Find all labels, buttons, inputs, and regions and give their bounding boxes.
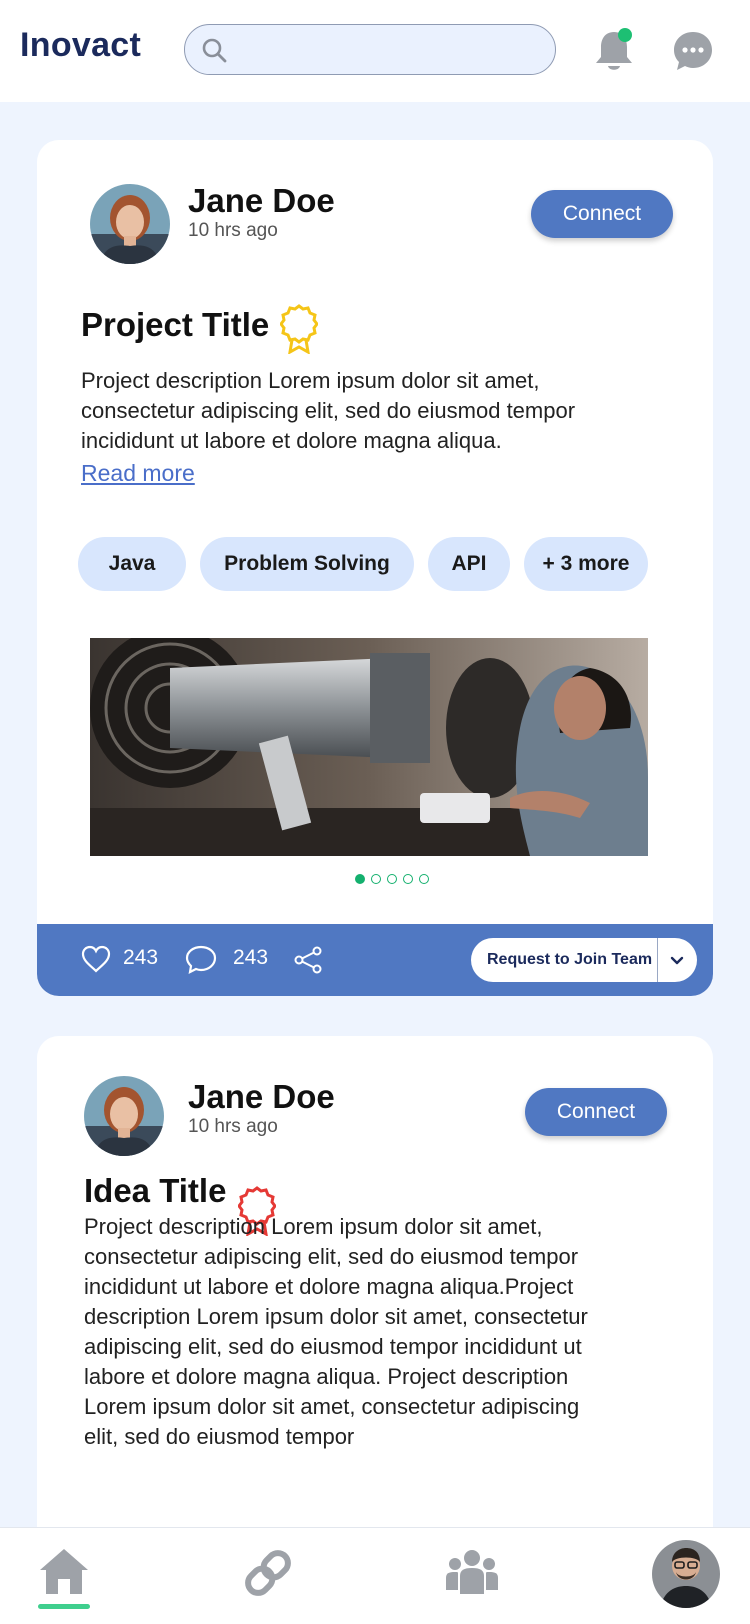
search-bar[interactable] — [184, 24, 556, 75]
active-tab-indicator — [38, 1604, 90, 1609]
connect-button[interactable]: Connect — [531, 190, 673, 238]
gold-award-badge-icon — [280, 304, 318, 354]
post-time: 10 hrs ago — [188, 1116, 278, 1137]
top-bar: Inovact — [0, 0, 750, 102]
like-count: 243 — [123, 946, 159, 969]
tag-chip[interactable]: Java — [78, 537, 186, 591]
post-description: Project description Lorem ipsum dolor si… — [84, 1214, 588, 1449]
post-card: Jane Doe 10 hrs ago Connect Idea Title P… — [37, 1036, 713, 1596]
author-name[interactable]: Jane Doe — [188, 1078, 335, 1116]
notification-badge — [618, 28, 632, 42]
post-title: Idea Title — [84, 1172, 227, 1209]
post-description: Project description Lorem ipsum dolor si… — [81, 368, 576, 453]
search-icon — [202, 38, 227, 63]
messages-icon[interactable] — [672, 30, 714, 72]
post-image[interactable] — [90, 638, 648, 856]
notification-bell-icon[interactable] — [592, 26, 636, 74]
post-title: Project Title — [81, 306, 270, 343]
comment-icon[interactable] — [185, 944, 217, 974]
more-tags-chip[interactable]: + 3 more — [524, 537, 648, 591]
carousel-indicator — [355, 874, 429, 884]
search-input[interactable] — [237, 33, 537, 67]
request-to-join-button[interactable]: Request to Join Team — [487, 938, 652, 982]
author-avatar[interactable] — [84, 1076, 164, 1156]
app-logo: Inovact — [20, 26, 142, 64]
post-card: Jane Doe 10 hrs ago Connect Project Titl… — [37, 140, 713, 996]
post-action-bar: 243 243 Request to Join Team — [37, 924, 713, 996]
link-icon[interactable] — [242, 1548, 294, 1598]
author-avatar[interactable] — [90, 184, 170, 264]
author-name[interactable]: Jane Doe — [188, 182, 335, 220]
tag-chip[interactable]: Problem Solving — [200, 537, 414, 591]
bottom-navigation — [0, 1527, 750, 1624]
tag-chip[interactable]: API — [428, 537, 510, 591]
chevron-down-icon[interactable] — [667, 950, 687, 970]
carousel-dot[interactable] — [403, 874, 413, 884]
request-to-join-dropdown: Request to Join Team — [471, 938, 697, 982]
dropdown-divider — [657, 938, 658, 982]
carousel-dot[interactable] — [355, 874, 365, 884]
comment-count: 243 — [233, 946, 269, 969]
carousel-dot[interactable] — [387, 874, 397, 884]
post-time: 10 hrs ago — [188, 220, 278, 241]
like-heart-icon[interactable] — [81, 945, 111, 973]
connect-button[interactable]: Connect — [525, 1088, 667, 1136]
team-icon[interactable] — [444, 1548, 500, 1596]
carousel-dot[interactable] — [419, 874, 429, 884]
profile-avatar[interactable] — [652, 1540, 720, 1608]
home-icon[interactable] — [38, 1546, 90, 1596]
share-icon[interactable] — [293, 946, 323, 974]
carousel-dot[interactable] — [371, 874, 381, 884]
read-more-link[interactable]: Read more — [81, 460, 195, 487]
